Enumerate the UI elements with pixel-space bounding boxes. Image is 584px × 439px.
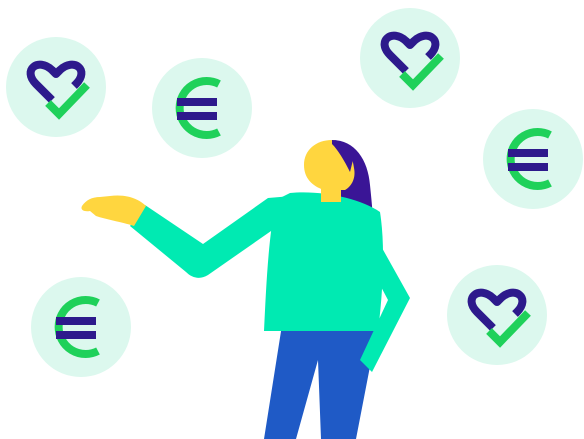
euro-icon <box>31 277 131 377</box>
illustration <box>6 8 583 439</box>
euro-icon <box>483 109 583 209</box>
person <box>81 140 410 439</box>
heart-check-icon <box>6 37 106 137</box>
pants <box>264 325 378 439</box>
heart-check-icon <box>447 265 547 365</box>
euro-icon <box>152 58 252 158</box>
heart-check-icon <box>360 8 460 108</box>
hand <box>81 195 146 226</box>
raised-arm <box>130 196 292 278</box>
